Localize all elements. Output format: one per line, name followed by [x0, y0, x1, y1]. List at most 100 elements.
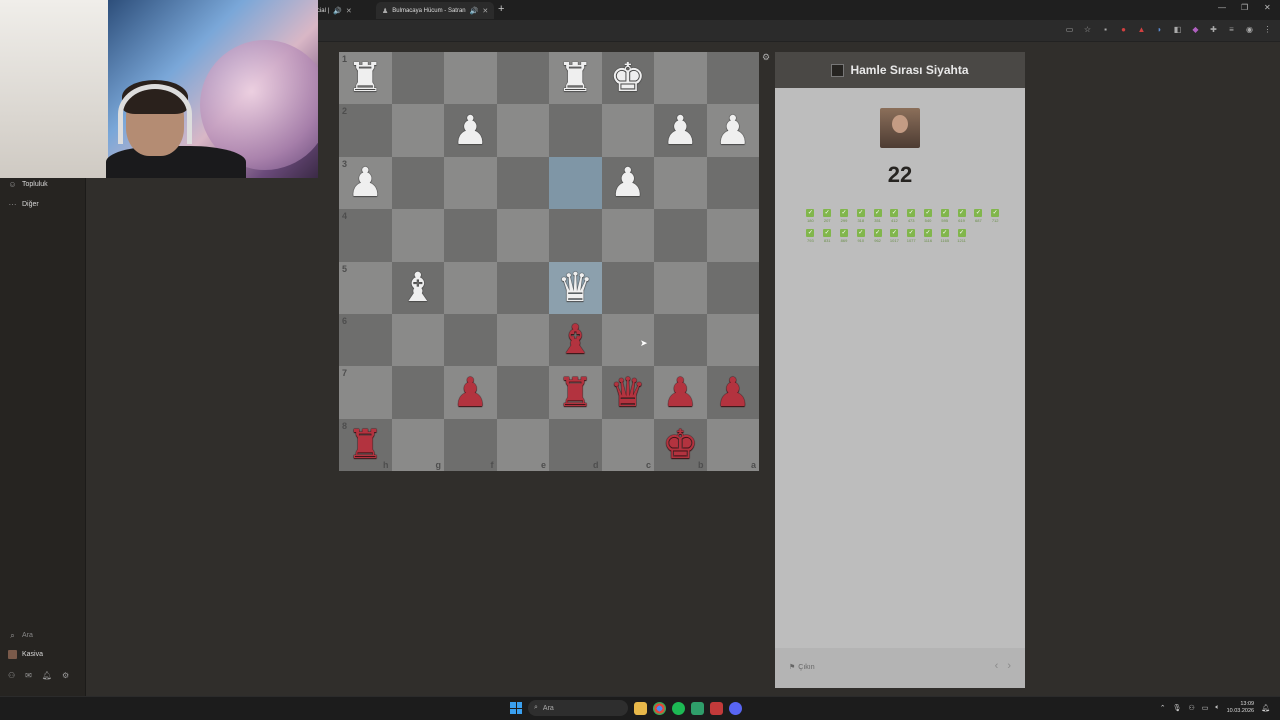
solved-puzzle-item[interactable]: ✓ 869: [836, 229, 853, 243]
solved-puzzle-item[interactable]: ✓ 962: [869, 229, 886, 243]
board-square[interactable]: ♟: [654, 366, 707, 419]
solved-puzzle-item[interactable]: ✓ 351: [869, 209, 886, 223]
board-square[interactable]: c: [601, 418, 654, 472]
board-square[interactable]: [444, 261, 497, 314]
board-square[interactable]: 6: [339, 313, 392, 367]
audio-icon[interactable]: 🔊: [470, 7, 479, 15]
extension-icon[interactable]: ◗: [1155, 25, 1164, 34]
black-pawn-icon[interactable]: ♟: [715, 373, 751, 413]
board-square[interactable]: 3 ♟: [339, 156, 392, 210]
solved-puzzle-item[interactable]: ✓ 207: [819, 209, 836, 223]
black-rook-icon[interactable]: ♜: [347, 425, 383, 465]
solved-puzzle-item[interactable]: ✓ 299: [836, 209, 853, 223]
board-square[interactable]: [706, 261, 759, 314]
sidebar-user[interactable]: Kasiva: [8, 650, 43, 659]
board-square[interactable]: [391, 313, 444, 367]
white-pawn-icon[interactable]: ♟: [715, 111, 751, 151]
black-pawn-icon[interactable]: ♟: [662, 373, 698, 413]
extensions-puzzle-icon[interactable]: ✚: [1209, 25, 1218, 34]
board-square[interactable]: [706, 313, 759, 367]
chrome-icon[interactable]: [653, 701, 666, 715]
board-square[interactable]: ♝: [391, 261, 444, 314]
exit-button[interactable]: ⚑ Çıkın: [789, 663, 815, 672]
next-arrow-button[interactable]: ›: [1007, 660, 1011, 672]
white-pawn-icon[interactable]: ♟: [662, 111, 698, 151]
board-square[interactable]: b ♚: [654, 418, 707, 472]
tray-chevron-icon[interactable]: ⌃: [1160, 704, 1166, 712]
board-square[interactable]: [601, 104, 654, 157]
file-explorer-icon[interactable]: [634, 701, 647, 715]
board-square[interactable]: ♛: [549, 261, 602, 314]
board-square[interactable]: [444, 156, 497, 210]
solved-puzzle-item[interactable]: ✓ 473: [903, 209, 920, 223]
board-square[interactable]: [706, 209, 759, 262]
board-square[interactable]: 2: [339, 104, 392, 157]
board-square[interactable]: [654, 156, 707, 210]
black-rook-icon[interactable]: ♜: [557, 373, 593, 413]
start-menu-icon[interactable]: [510, 702, 522, 714]
solved-puzzle-item[interactable]: ✓ 318: [852, 209, 869, 223]
board-square[interactable]: ♛: [601, 366, 654, 419]
board-square[interactable]: ♟: [706, 104, 759, 157]
solved-puzzle-item[interactable]: ✓ 1165: [936, 229, 953, 243]
board-square[interactable]: [549, 156, 602, 210]
black-queen-icon[interactable]: ♛: [610, 373, 646, 413]
white-queen-icon[interactable]: ♛: [557, 268, 593, 308]
board-square[interactable]: ♜: [549, 366, 602, 419]
solved-puzzle-item[interactable]: ✓ 910: [852, 229, 869, 243]
white-pawn-icon[interactable]: ♟: [347, 163, 383, 203]
solved-puzzle-item[interactable]: ✓ 831: [819, 229, 836, 243]
board-square[interactable]: a: [706, 418, 759, 472]
board-square[interactable]: 8 h ♜: [339, 418, 392, 472]
solved-puzzle-item[interactable]: ✓ 793: [802, 229, 819, 243]
board-square[interactable]: [654, 261, 707, 314]
board-square[interactable]: [496, 209, 549, 262]
network-icon[interactable]: ▭: [1202, 704, 1209, 712]
solved-puzzle-item[interactable]: ✓ 712: [987, 209, 1004, 223]
board-square[interactable]: ♟: [654, 104, 707, 157]
microphone-icon[interactable]: 🎙︎: [1173, 704, 1182, 712]
board-square[interactable]: 7: [339, 366, 392, 419]
board-square[interactable]: [549, 209, 602, 262]
board-square[interactable]: f: [444, 418, 497, 472]
black-bishop-icon[interactable]: ♝: [557, 320, 593, 360]
app-icon[interactable]: [710, 701, 723, 715]
cast-icon[interactable]: ▭: [1065, 25, 1074, 34]
board-square[interactable]: ♟: [444, 104, 497, 157]
board-square[interactable]: [654, 52, 707, 105]
board-square[interactable]: [444, 52, 497, 105]
board-square[interactable]: [496, 366, 549, 419]
solved-puzzle-item[interactable]: ✓ 412: [886, 209, 903, 223]
extension-icon[interactable]: ▪: [1101, 25, 1110, 34]
reading-list-icon[interactable]: ≡: [1227, 25, 1236, 34]
board-square[interactable]: 5: [339, 261, 392, 314]
settings-icon[interactable]: ⚙: [62, 671, 69, 680]
board-square[interactable]: ♚: [601, 52, 654, 105]
board-square[interactable]: [391, 156, 444, 210]
sidebar-item-more[interactable]: ··· Diğer: [8, 200, 39, 209]
system-clock[interactable]: 13:09 10.03.2026: [1227, 701, 1255, 715]
board-square[interactable]: [654, 313, 707, 367]
notification-bell-icon[interactable]: 🔔︎: [1261, 704, 1270, 712]
board-square[interactable]: [391, 209, 444, 262]
app-icon[interactable]: [691, 701, 704, 715]
app-icon[interactable]: ⚇: [1188, 704, 1194, 712]
board-square[interactable]: [706, 52, 759, 105]
board-square[interactable]: [496, 261, 549, 314]
solved-puzzle-item[interactable]: ✓ 1116: [920, 229, 937, 243]
board-square[interactable]: [391, 104, 444, 157]
close-icon[interactable]: ✕: [346, 7, 352, 15]
extension-icon[interactable]: ◆: [1191, 25, 1200, 34]
board-square[interactable]: ♟: [601, 156, 654, 210]
black-pawn-icon[interactable]: ♟: [452, 373, 488, 413]
white-pawn-icon[interactable]: ♟: [452, 111, 488, 151]
notifications-icon[interactable]: 🔔︎: [42, 671, 52, 680]
solved-puzzle-item[interactable]: ✓ 687: [970, 209, 987, 223]
white-rook-icon[interactable]: ♜: [557, 58, 593, 98]
maximize-button[interactable]: ❐: [1241, 3, 1248, 12]
board-square[interactable]: [706, 156, 759, 210]
board-square[interactable]: [549, 104, 602, 157]
previous-arrow-button[interactable]: ‹: [995, 660, 999, 672]
solved-puzzle-item[interactable]: ✓ 1017: [886, 229, 903, 243]
profile-icon[interactable]: ◉: [1245, 25, 1254, 34]
